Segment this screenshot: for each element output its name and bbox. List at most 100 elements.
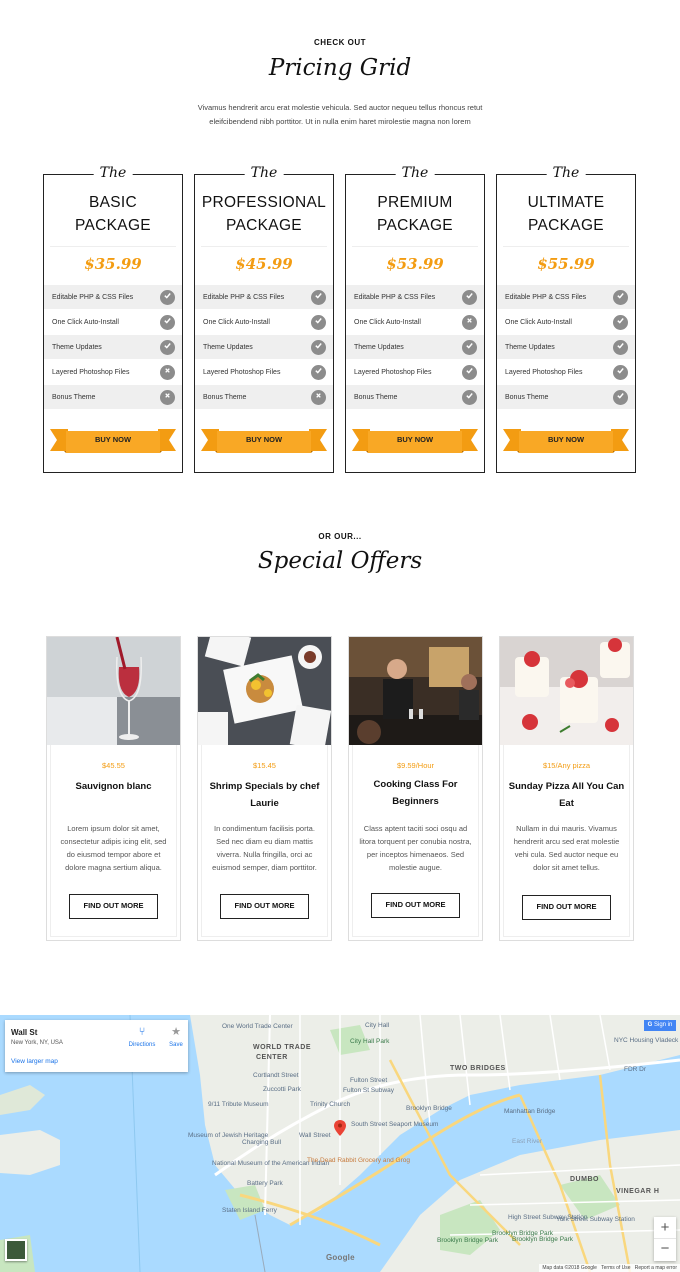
sign-in-button[interactable]: G Sign in (644, 1020, 676, 1031)
find-out-more-button[interactable]: FIND OUT MORE (371, 893, 460, 918)
buy-now-label: BUY NOW (396, 435, 434, 444)
feature-row: Theme Updates (497, 335, 635, 359)
check-icon (613, 389, 628, 405)
offer-description: In condimentum facilisis porta. Sed nec … (212, 824, 317, 872)
find-out-more-button[interactable]: FIND OUT MORE (220, 894, 309, 919)
check-icon (613, 289, 628, 305)
buy-now-button[interactable]: BUY NOW (503, 427, 629, 453)
feature-row: Layered Photoshop Files (497, 360, 635, 384)
feature-row: Editable PHP & CSS Files (346, 285, 484, 309)
buy-now-button[interactable]: BUY NOW (201, 427, 327, 453)
feature-row: Editable PHP & CSS Files (195, 285, 333, 309)
zoom-controls: + − (654, 1217, 676, 1261)
feature-row: Bonus Theme (44, 385, 182, 409)
divider (50, 246, 176, 247)
pricing-card: The PREMIUM PACKAGE $53.99 Editable PHP & C… (345, 165, 485, 473)
feature-label: Editable PHP & CSS Files (505, 293, 587, 301)
offer-name: Cooking Class For Beginners (373, 779, 458, 807)
map-label: Museum of Jewish Heritage (188, 1132, 269, 1139)
map-label: Charging Bull (242, 1139, 282, 1146)
feature-row: One Click Auto-Install (44, 310, 182, 334)
map-footer: Map data ©2018 Google Terms of Use Repor… (539, 1264, 680, 1272)
feature-row: Theme Updates (44, 335, 182, 359)
card-the-label: The (546, 165, 586, 181)
map-label: DUMBO (570, 1176, 599, 1183)
feature-label: Theme Updates (505, 343, 555, 351)
package-name: PROFESSIONAL PACKAGE (195, 191, 333, 237)
divider (503, 246, 629, 247)
package-name: ULTIMATE PACKAGE (497, 191, 635, 237)
map-label: WORLD TRADE (253, 1044, 311, 1051)
map-label: City Hall Park (350, 1038, 390, 1045)
check-icon (160, 339, 175, 355)
map-label: Staten Island Ferry (222, 1207, 277, 1214)
package-name-line2: PACKAGE (75, 217, 151, 234)
package-price: $35.99 (84, 255, 142, 273)
feature-label: Layered Photoshop Files (505, 368, 583, 376)
check-icon (311, 314, 326, 330)
map-label: Trinity Church (310, 1101, 351, 1108)
pricing-title: Pricing Grid (268, 55, 412, 81)
pricing-card: The PROFESSIONAL PACKAGE $45.99 Editable PH… (194, 165, 334, 473)
save-button[interactable]: ★ Save (165, 1026, 187, 1048)
satellite-toggle-thumbnail[interactable] (5, 1239, 27, 1261)
map-label: Wall Street (299, 1132, 331, 1139)
map-label: VINEGAR H (616, 1188, 660, 1195)
buy-now-button[interactable]: BUY NOW (352, 427, 478, 453)
zoom-in-button[interactable]: + (654, 1217, 676, 1239)
zoom-out-button[interactable]: − (654, 1239, 676, 1261)
feature-row: One Click Auto-Install (346, 310, 484, 334)
directions-button[interactable]: ⑂ Directions (123, 1026, 161, 1048)
offer-name: Shrimp Specials by chef Laurie (209, 781, 320, 809)
feature-label: Bonus Theme (203, 393, 247, 401)
map-label: South Street Seaport Museum (351, 1121, 439, 1128)
check-icon (613, 364, 628, 380)
feature-row: Bonus Theme (497, 385, 635, 409)
map-label: Manhattan Bridge (504, 1108, 556, 1115)
feature-label: One Click Auto-Install (354, 318, 421, 326)
find-out-more-button[interactable]: FIND OUT MORE (69, 894, 158, 919)
feature-row: Editable PHP & CSS Files (44, 285, 182, 309)
pricing-eyebrow: CHECK OUT (313, 38, 367, 47)
google-logo: Google (326, 1253, 355, 1262)
feature-label: Bonus Theme (354, 393, 398, 401)
map-info-card: Wall St New York, NY, USA View larger ma… (5, 1020, 188, 1072)
sign-in-label: Sign in (653, 1022, 673, 1028)
buy-now-button[interactable]: BUY NOW (50, 427, 176, 453)
feature-label: Layered Photoshop Files (52, 368, 130, 376)
check-icon (462, 389, 477, 405)
check-icon (613, 314, 628, 330)
feature-row: Layered Photoshop Files (44, 360, 182, 384)
embedded-map[interactable]: One World Trade Center WORLD TRADE CENTER C… (0, 1015, 680, 1272)
find-out-more-button[interactable]: FIND OUT MORE (522, 895, 611, 920)
offers-title: Special Offers (257, 548, 423, 574)
map-label: 9/11 Tribute Museum (208, 1101, 269, 1108)
map-label: Brooklyn Bridge Park (437, 1237, 499, 1244)
cross-icon (160, 364, 175, 380)
package-price: $45.99 (235, 255, 293, 273)
plated-food-photo (198, 637, 331, 745)
red-wine-glass-photo (47, 637, 180, 745)
package-name-line1: BASIC (88, 194, 137, 211)
feature-label: Bonus Theme (52, 393, 96, 401)
offer-description: Class aptent taciti soci osqu ad litora … (359, 824, 472, 872)
view-larger-map-link[interactable]: View larger map (11, 1058, 58, 1065)
check-icon (311, 339, 326, 355)
map-label: Brooklyn Bridge Park (512, 1236, 574, 1243)
pricing-card: The BASIC PACKAGE $35.99 Editable PHP & CSS… (43, 165, 183, 473)
divider (352, 246, 478, 247)
report-error-link[interactable]: Report a map error (635, 1265, 677, 1271)
feature-row: Theme Updates (195, 335, 333, 359)
feature-row: One Click Auto-Install (195, 310, 333, 334)
card-the-label: The (244, 165, 284, 181)
terms-link[interactable]: Terms of Use (601, 1265, 630, 1271)
feature-label: Layered Photoshop Files (203, 368, 281, 376)
feature-row: Bonus Theme (195, 385, 333, 409)
pricing-card: The ULTIMATE PACKAGE $55.99 Editable PHP & … (496, 165, 636, 473)
directions-label: Directions (128, 1042, 156, 1048)
offer-description: Lorem ipsum dolor sit amet, consectetur … (60, 824, 167, 872)
map-label: Fulton Street (350, 1077, 388, 1084)
map-label: Cortlandt Street (253, 1072, 299, 1079)
location-pin-icon[interactable] (334, 1120, 346, 1136)
map-label: Zuccotti Park (263, 1086, 301, 1093)
